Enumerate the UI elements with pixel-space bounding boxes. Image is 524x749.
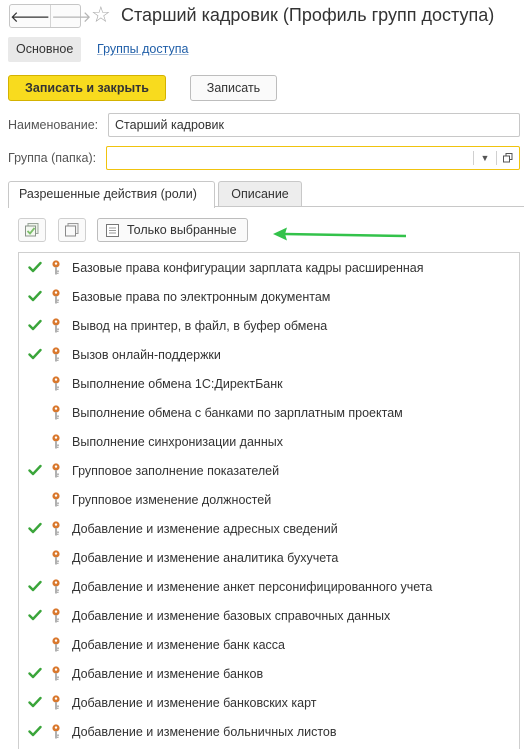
- list-checkbox-icon: [106, 223, 119, 237]
- role-row[interactable]: Групповое заполнение показателей: [19, 456, 519, 485]
- chevron-down-icon: ▼: [480, 153, 490, 163]
- role-label: Добавление и изменение базовых справочны…: [72, 609, 391, 623]
- command-bar: Записать и закрыть Записать: [8, 75, 518, 101]
- role-label: Групповое заполнение показателей: [72, 464, 280, 478]
- checkmark-icon[interactable]: [28, 580, 42, 592]
- role-key-icon: [52, 405, 60, 420]
- uncheck-all-icon: [65, 223, 79, 237]
- nav-tab-main[interactable]: Основное: [8, 37, 82, 62]
- favorite-star-icon[interactable]: ☆: [91, 2, 111, 28]
- role-label: Добавление и изменение банковских карт: [72, 696, 317, 710]
- forward-button[interactable]: 🡒: [50, 5, 91, 27]
- checkmark-icon[interactable]: [28, 696, 42, 708]
- only-selected-label: Только выбранные: [127, 223, 237, 237]
- checkmark-icon[interactable]: [28, 522, 42, 534]
- check-all-icon: [25, 223, 39, 237]
- role-row[interactable]: Добавление и изменение аналитика бухучет…: [19, 543, 519, 572]
- role-row[interactable]: Выполнение обмена с банками по зарплатны…: [19, 398, 519, 427]
- role-key-icon: [52, 695, 60, 710]
- save-button[interactable]: Записать: [190, 75, 277, 101]
- roles-list[interactable]: Базовые права конфигурации зарплата кадр…: [18, 252, 520, 749]
- dropdown-button[interactable]: ▼: [475, 147, 495, 169]
- name-field[interactable]: Старший кадровик: [108, 113, 520, 137]
- role-row[interactable]: Групповое изменение должностей: [19, 485, 519, 514]
- role-row[interactable]: Выполнение обмена 1С:ДиректБанк: [19, 369, 519, 398]
- checkmark-icon[interactable]: [28, 725, 42, 737]
- role-label: Вывод на принтер, в файл, в буфер обмена: [72, 319, 328, 333]
- role-key-icon: [52, 521, 60, 536]
- role-key-icon: [52, 637, 60, 652]
- role-label: Добавление и изменение адресных сведений: [72, 522, 338, 536]
- role-key-icon: [52, 289, 60, 304]
- annotation-arrow-icon: [273, 227, 407, 241]
- title-bar: 🡐 🡒 ☆ Старший кадровик (Профиль групп до…: [0, 0, 524, 36]
- role-row[interactable]: Добавление и изменение банк касса: [19, 630, 519, 659]
- role-key-icon: [52, 608, 60, 623]
- role-row[interactable]: Добавление и изменение банковских карт: [19, 688, 519, 717]
- tab-roles[interactable]: Разрешенные действия (роли): [8, 181, 215, 208]
- only-selected-button[interactable]: Только выбранные: [97, 218, 248, 242]
- checkmark-icon[interactable]: [28, 609, 42, 621]
- role-key-icon: [52, 550, 60, 565]
- roles-toolbar: Только выбранные: [18, 218, 518, 242]
- checkmark-icon[interactable]: [28, 261, 42, 273]
- role-row[interactable]: Добавление и изменение анкет персонифици…: [19, 572, 519, 601]
- checkmark-icon[interactable]: [28, 667, 42, 679]
- form-navigation: Основное Группы доступа: [0, 37, 524, 63]
- tab-strip: Разрешенные действия (роли) Описание: [8, 181, 524, 208]
- arrow-left-icon: 🡐: [10, 8, 51, 26]
- name-label: Наименование:: [8, 118, 99, 132]
- role-row[interactable]: Добавление и изменение базовых справочны…: [19, 601, 519, 630]
- role-label: Выполнение обмена 1С:ДиректБанк: [72, 377, 283, 391]
- save-and-close-button[interactable]: Записать и закрыть: [8, 75, 166, 101]
- field-divider: [496, 151, 497, 165]
- role-label: Добавление и изменение анкет персонифици…: [72, 580, 433, 594]
- role-key-icon: [52, 463, 60, 478]
- role-key-icon: [52, 318, 60, 333]
- role-row[interactable]: Добавление и изменение адресных сведений: [19, 514, 519, 543]
- checkmark-icon[interactable]: [28, 348, 42, 360]
- role-label: Выполнение обмена с банками по зарплатны…: [72, 406, 403, 420]
- tab-description[interactable]: Описание: [218, 181, 302, 207]
- group-label: Группа (папка):: [8, 151, 97, 165]
- role-label: Базовые права по электронным документам: [72, 290, 331, 304]
- history-nav: 🡐 🡒: [9, 4, 91, 28]
- checkmark-icon[interactable]: [28, 290, 42, 302]
- nav-link-access-groups[interactable]: Группы доступа: [97, 37, 188, 62]
- role-key-icon: [52, 434, 60, 449]
- role-label: Добавление и изменение банков: [72, 667, 264, 681]
- role-row[interactable]: Добавление и изменение больничных листов: [19, 717, 519, 746]
- checkmark-icon[interactable]: [28, 464, 42, 476]
- arrow-right-icon: 🡒: [51, 8, 92, 26]
- open-button[interactable]: [498, 147, 518, 169]
- role-row[interactable]: Добавление и изменение банков: [19, 659, 519, 688]
- role-label: Добавление и изменение аналитика бухучет…: [72, 551, 339, 565]
- field-divider: [473, 151, 474, 165]
- group-field[interactable]: ▼: [106, 146, 520, 170]
- role-label: Вызов онлайн-поддержки: [72, 348, 221, 362]
- window-title: Старший кадровик (Профиль групп доступа): [121, 5, 495, 25]
- role-label: Добавление и изменение банк касса: [72, 638, 285, 652]
- role-label: Выполнение синхронизации данных: [72, 435, 283, 449]
- role-label: Групповое изменение должностей: [72, 493, 272, 507]
- role-key-icon: [52, 579, 60, 594]
- role-row[interactable]: Базовые права конфигурации зарплата кадр…: [19, 253, 519, 282]
- uncheck-all-button[interactable]: [58, 218, 86, 242]
- back-button[interactable]: 🡐: [10, 5, 50, 27]
- role-key-icon: [52, 347, 60, 362]
- role-key-icon: [52, 666, 60, 681]
- role-row[interactable]: Вызов онлайн-поддержки: [19, 340, 519, 369]
- check-all-button[interactable]: [18, 218, 46, 242]
- role-label: Базовые права конфигурации зарплата кадр…: [72, 261, 424, 275]
- role-row[interactable]: Вывод на принтер, в файл, в буфер обмена: [19, 311, 519, 340]
- role-key-icon: [52, 724, 60, 739]
- role-key-icon: [52, 492, 60, 507]
- checkmark-icon[interactable]: [28, 319, 42, 331]
- role-label: Добавление и изменение больничных листов: [72, 725, 337, 739]
- role-row[interactable]: Базовые права по электронным документам: [19, 282, 519, 311]
- role-row[interactable]: Выполнение синхронизации данных: [19, 427, 519, 456]
- role-key-icon: [52, 260, 60, 275]
- role-key-icon: [52, 376, 60, 391]
- open-window-icon: [503, 153, 513, 163]
